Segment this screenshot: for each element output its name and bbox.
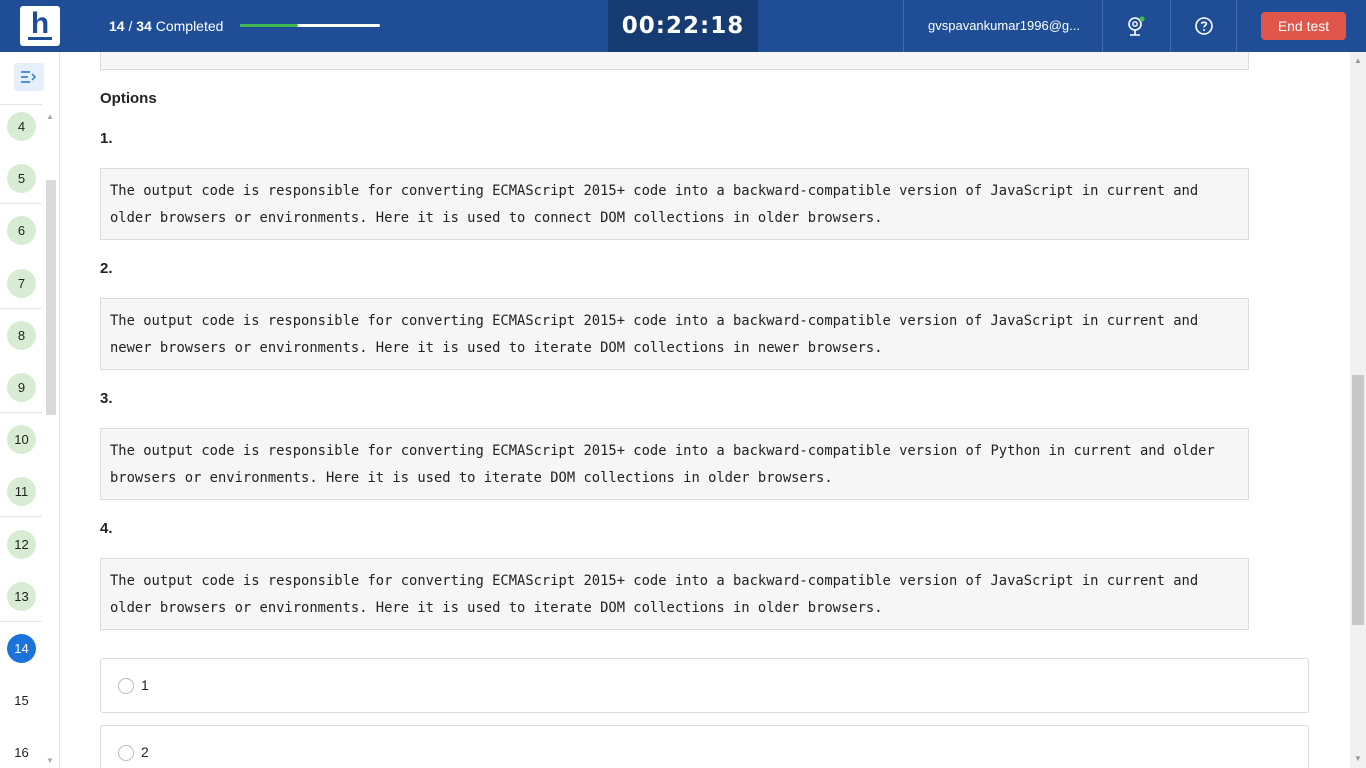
sidebar-divider [0,104,42,105]
header-divider [903,0,904,52]
logo-underline [28,37,52,40]
top-bar: h 14 / 34 Completed 00:22:18 gvspavankum… [0,0,1366,52]
question-number-7[interactable]: 7 [7,268,36,298]
scroll-down-icon[interactable]: ▼ [46,756,54,765]
page-scroll-thumb[interactable] [1352,375,1364,625]
option-number: 3. [100,390,113,407]
header-divider [1170,0,1171,52]
sidebar-divider [0,620,42,622]
sidebar-divider [0,412,42,413]
answer-choice-label: 2 [141,744,149,760]
answer-choice[interactable]: 2 [100,725,1309,768]
page-scrollbar[interactable]: ▲ ▼ [1350,52,1366,768]
question-number-15[interactable]: 15 [7,686,36,715]
question-sidebar: 4 5 6 7 8 9 10 11 12 13 14 15 16 ▲ ▼ [0,52,60,768]
sidebar-divider [0,307,42,309]
progress-bar-fill [240,24,298,27]
end-test-button[interactable]: End test [1261,12,1346,40]
options-title: Options [100,90,157,107]
question-number-6[interactable]: 6 [7,216,36,246]
answer-choice[interactable]: 1 [100,658,1309,713]
progress-bar [240,24,380,27]
sidebar-toggle-icon[interactable] [14,63,44,91]
scroll-down-icon[interactable]: ▼ [1354,754,1362,763]
progress-suffix: Completed [155,18,224,34]
question-number-5[interactable]: 5 [7,164,36,194]
user-email[interactable]: gvspavankumar1996@g... [928,18,1080,33]
sidebar-divider [0,516,42,518]
logo-letter: h [30,7,50,40]
option-number: 4. [100,520,113,537]
timer: 00:22:18 [608,0,758,52]
question-number-8[interactable]: 8 [7,320,36,350]
question-content: Options 1. The output code is responsibl… [60,52,1350,768]
help-icon[interactable] [1193,15,1215,37]
sidebar-divider [0,203,42,205]
option-text-box: The output code is responsible for conve… [100,428,1249,500]
header-divider [1102,0,1103,52]
sidebar-scrollbar[interactable]: ▲ ▼ [44,112,56,768]
webcam-icon[interactable] [1124,14,1148,38]
progress-current: 14 [109,18,125,34]
question-number-13[interactable]: 13 [7,581,36,611]
question-number-11[interactable]: 11 [7,477,36,507]
question-number-9[interactable]: 9 [7,373,36,402]
option-text-box: The output code is responsible for conve… [100,298,1249,370]
answer-choice-label: 1 [141,677,149,693]
question-number-12[interactable]: 12 [7,529,36,559]
code-block [100,52,1249,70]
question-number-10[interactable]: 10 [7,425,36,455]
option-text-box: The output code is responsible for conve… [100,168,1249,240]
option-number: 1. [100,130,113,147]
header-divider [1236,0,1237,52]
question-number-14[interactable]: 14 [7,634,36,663]
scroll-up-icon[interactable]: ▲ [46,112,54,121]
radio-button[interactable] [118,745,134,761]
question-number-16[interactable]: 16 [7,738,36,767]
progress-total: 34 [136,18,152,34]
radio-button[interactable] [118,678,134,694]
question-number-4[interactable]: 4 [7,112,36,141]
scroll-up-icon[interactable]: ▲ [1354,56,1362,65]
option-text-box: The output code is responsible for conve… [100,558,1249,630]
option-number: 2. [100,260,113,277]
logo: h [20,6,60,46]
sidebar-scroll-thumb[interactable] [46,180,56,415]
progress-text: 14 / 34 Completed [109,18,223,34]
